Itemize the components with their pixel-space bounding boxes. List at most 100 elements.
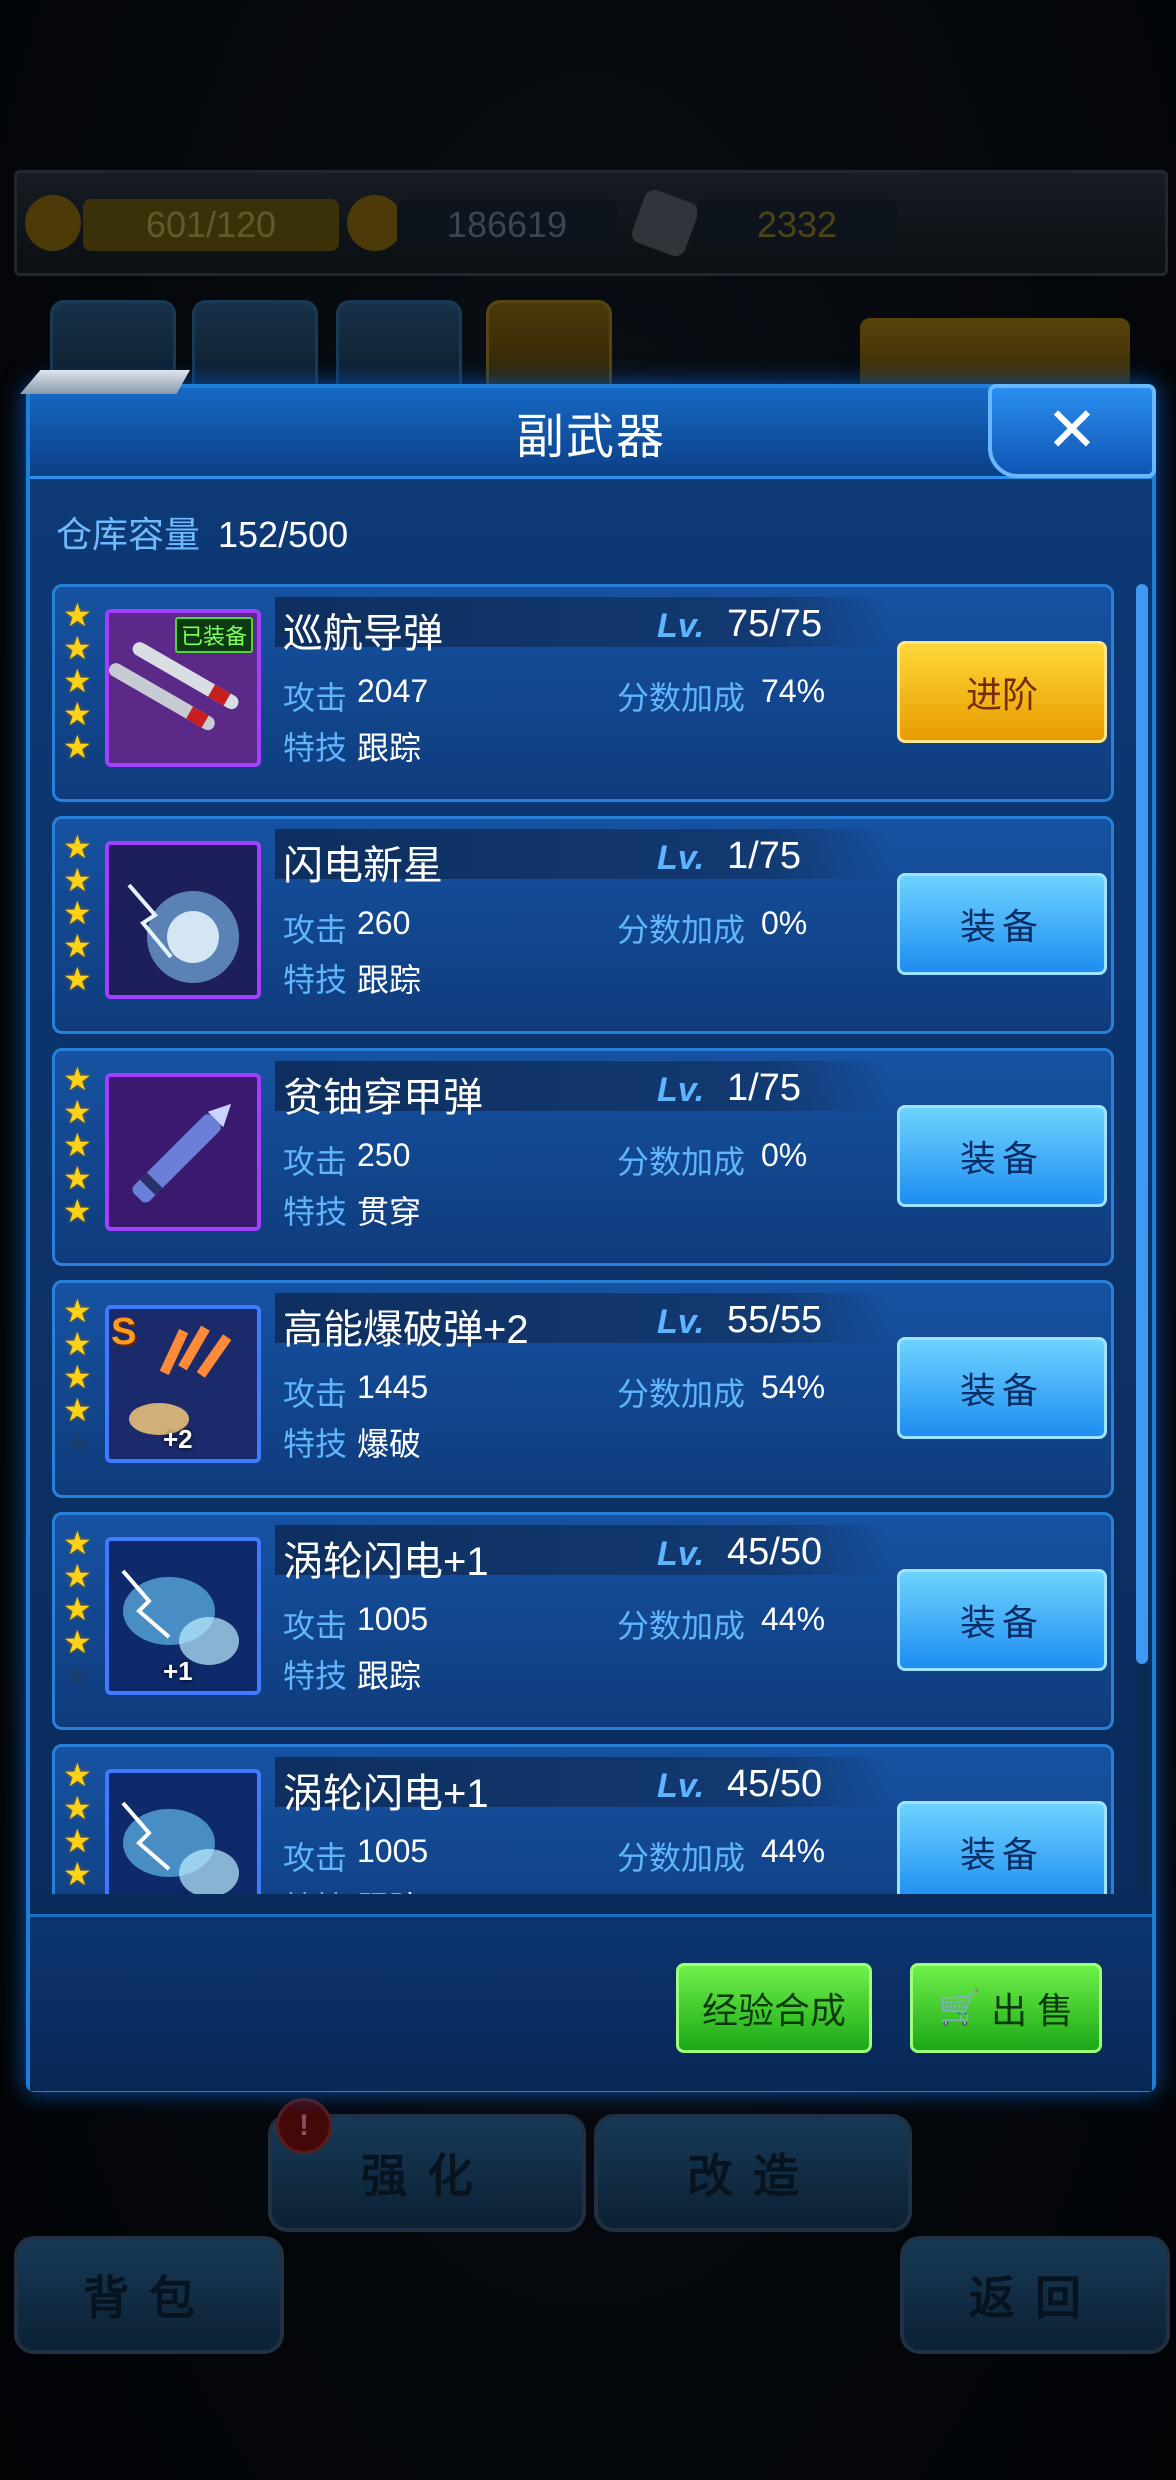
advance-button[interactable]: 进阶 bbox=[897, 641, 1107, 743]
attack-label: 攻击 bbox=[283, 1144, 348, 1180]
attack-value: 260 bbox=[357, 905, 411, 941]
star-empty-icon: ★ bbox=[63, 1891, 93, 1895]
weapon-card[interactable]: ★ ★ ★ ★ ★ S +2 高能爆破弹+2 Lv. 55/55 攻击 1445… bbox=[52, 1280, 1114, 1498]
level-value: 75/75 bbox=[727, 603, 823, 645]
star-icon: ★ bbox=[63, 1624, 92, 1660]
skill-value: 跟踪 bbox=[357, 730, 422, 766]
star-icon: ★ bbox=[63, 630, 92, 666]
star-icon: ★ bbox=[63, 928, 92, 964]
attack-label: 攻击 bbox=[283, 912, 348, 948]
star-icon: ★ bbox=[63, 1591, 92, 1627]
score-bonus-label: 分数加成 bbox=[617, 1608, 746, 1644]
star-icon: ★ bbox=[63, 1392, 92, 1428]
score-bonus-label: 分数加成 bbox=[617, 912, 746, 948]
star-empty-icon: ★ bbox=[63, 1425, 92, 1461]
level-label: Lv. bbox=[657, 1071, 705, 1109]
skill-label: 特技 bbox=[283, 1883, 347, 1894]
star-icon: ★ bbox=[63, 961, 92, 997]
weapon-name: 巡航导弹 bbox=[283, 612, 443, 656]
weapon-name: 涡轮闪电+1 bbox=[283, 1772, 489, 1816]
attack-label: 攻击 bbox=[283, 1608, 348, 1644]
star-icon: ★ bbox=[63, 1293, 92, 1329]
level-label: Lv. bbox=[657, 607, 705, 645]
star-icon: ★ bbox=[63, 1326, 92, 1362]
capacity-label: 仓库容量 bbox=[56, 514, 201, 555]
skill-label: 特技 bbox=[283, 962, 348, 998]
score-bonus-value: 74% bbox=[761, 673, 826, 709]
skill-label: 特技 bbox=[283, 1194, 348, 1230]
weapon-name: 高能爆破弹+2 bbox=[283, 1308, 529, 1352]
equip-button[interactable]: 装备 bbox=[897, 873, 1107, 975]
score-bonus-label: 分数加成 bbox=[617, 680, 746, 716]
weapon-card[interactable]: ★ ★ ★ ★ ★ 闪电新星 Lv. 1/75 攻击 260 分数加成 0% 特… bbox=[52, 816, 1114, 1034]
score-bonus-value: 44% bbox=[761, 1601, 826, 1637]
weapon-name: 闪电新星 bbox=[283, 844, 443, 888]
star-icon: ★ bbox=[63, 1856, 92, 1892]
weapon-card[interactable]: ★ ★ ★ ★ ★ +1 涡轮闪电+1 Lv. 45/50 攻击 1005 分数… bbox=[52, 1512, 1114, 1730]
level-label: Lv. bbox=[657, 839, 705, 877]
weapon-card[interactable]: ★ ★ ★ ★ ★ 贫铀穿甲弹 Lv. 1/75 攻击 250 分数加成 0% … bbox=[52, 1048, 1114, 1266]
score-bonus-value: 54% bbox=[761, 1369, 826, 1405]
attack-value: 1445 bbox=[357, 1369, 429, 1405]
attack-value: 1005 bbox=[357, 1601, 429, 1637]
upgrade-tag: +1 bbox=[163, 1888, 193, 1894]
equip-button[interactable]: 装备 bbox=[897, 1569, 1107, 1671]
upgrade-tag: +2 bbox=[163, 1424, 193, 1454]
dialog-title: 副武器 bbox=[515, 411, 666, 464]
upgrade-tag: +1 bbox=[163, 1656, 193, 1686]
turbo-lightning-icon: +1 bbox=[105, 1769, 261, 1894]
star-empty-icon: ★ bbox=[63, 1657, 92, 1693]
star-icon: ★ bbox=[63, 1558, 92, 1594]
dialog-footer: 经验合成 🛒 出 售 bbox=[30, 1914, 1152, 2091]
attack-value: 2047 bbox=[357, 673, 429, 709]
dialog-header: 副武器 bbox=[30, 388, 1152, 479]
score-bonus-value: 44% bbox=[761, 1833, 826, 1869]
star-icon: ★ bbox=[63, 729, 92, 765]
level-value: 1/75 bbox=[727, 1067, 801, 1109]
attack-label: 攻击 bbox=[283, 1840, 348, 1876]
skill-value: 爆破 bbox=[357, 1426, 422, 1462]
armor-piercing-shell-icon bbox=[105, 1073, 261, 1231]
star-icon: ★ bbox=[63, 895, 92, 931]
weapon-list[interactable]: ★ ★ ★ ★ ★ 已装备 巡航导弹 Lv. 75/75 攻击 2047 分数加… bbox=[52, 584, 1116, 1894]
skill-value: 跟踪 bbox=[357, 1658, 422, 1694]
star-icon: ★ bbox=[63, 696, 92, 732]
weapon-card[interactable]: ★ ★ ★ ★ ★ +1 涡轮闪电+1 Lv. 45/50 攻击 1005 分数… bbox=[52, 1744, 1114, 1894]
sell-button[interactable]: 🛒 出 售 bbox=[910, 1963, 1102, 2053]
star-icon: ★ bbox=[63, 597, 92, 633]
skill-label: 特技 bbox=[283, 1426, 348, 1462]
star-rating: ★ ★ ★ ★ ★ bbox=[63, 1527, 93, 1692]
cruise-missile-icon: 已装备 bbox=[105, 609, 261, 767]
star-rating: ★ ★ ★ ★ ★ bbox=[63, 1063, 93, 1228]
scrollbar-thumb[interactable] bbox=[1136, 584, 1148, 1664]
level-label: Lv. bbox=[657, 1303, 705, 1341]
close-button[interactable]: ✕ bbox=[988, 384, 1156, 478]
equip-button[interactable]: 装备 bbox=[897, 1337, 1107, 1439]
level-value: 55/55 bbox=[727, 1299, 823, 1341]
star-icon: ★ bbox=[63, 1193, 92, 1229]
star-icon: ★ bbox=[63, 1525, 92, 1561]
sub-weapon-dialog: 副武器 ✕ 仓库容量 152/500 ★ ★ ★ ★ ★ 已装备 巡航导弹 Lv… bbox=[20, 370, 1156, 2092]
score-bonus-value: 0% bbox=[761, 1137, 808, 1173]
star-icon: ★ bbox=[63, 829, 92, 865]
level-value: 45/50 bbox=[727, 1763, 823, 1805]
level-label: Lv. bbox=[657, 1767, 705, 1805]
equip-button[interactable]: 装备 bbox=[897, 1105, 1107, 1207]
weapon-name: 涡轮闪电+1 bbox=[283, 1540, 489, 1584]
score-bonus-label: 分数加成 bbox=[617, 1376, 746, 1412]
list-scrollbar[interactable] bbox=[1136, 584, 1148, 1894]
star-icon: ★ bbox=[63, 862, 92, 898]
skill-value: 跟踪 bbox=[357, 962, 422, 998]
score-bonus-value: 0% bbox=[761, 905, 808, 941]
star-icon: ★ bbox=[63, 1061, 92, 1097]
star-rating: ★ ★ ★ ★ ★ bbox=[63, 1295, 93, 1460]
exp-merge-button[interactable]: 经验合成 bbox=[676, 1963, 872, 2053]
equip-button[interactable]: 装备 bbox=[897, 1801, 1107, 1894]
weapon-name: 贫铀穿甲弹 bbox=[283, 1076, 483, 1120]
corner-ornament-top-left bbox=[20, 370, 190, 394]
score-bonus-label: 分数加成 bbox=[617, 1840, 746, 1876]
star-icon: ★ bbox=[63, 1127, 92, 1163]
level-value: 1/75 bbox=[727, 835, 801, 877]
lightning-nova-icon bbox=[105, 841, 261, 999]
weapon-card[interactable]: ★ ★ ★ ★ ★ 已装备 巡航导弹 Lv. 75/75 攻击 2047 分数加… bbox=[52, 584, 1114, 802]
